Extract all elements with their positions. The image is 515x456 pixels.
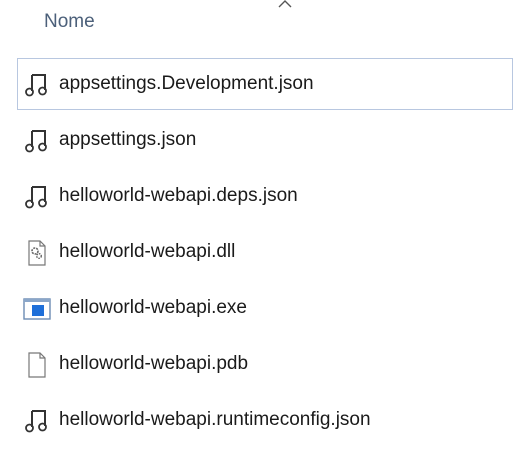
blank-file-icon [28, 352, 46, 378]
file-name: helloworld-webapi.runtimeconfig.json [59, 409, 371, 430]
file-row[interactable]: appsettings.Development.json [17, 58, 513, 110]
file-row[interactable]: helloworld-webapi.pdb [17, 338, 513, 390]
file-explorer-view: Nome appsettings.Development.json appset… [0, 0, 515, 456]
file-row[interactable]: helloworld-webapi.deps.json [17, 170, 513, 222]
json-file-icon [25, 130, 47, 153]
file-name: helloworld-webapi.pdb [59, 353, 249, 374]
file-name: appsettings.Development.json [59, 73, 314, 94]
file-row[interactable]: helloworld-webapi.runtimeconfig.json [17, 394, 513, 446]
file-row[interactable]: helloworld-webapi.dll [17, 226, 513, 278]
name-column-label: Nome [44, 11, 95, 32]
file-row[interactable]: appsettings.json [17, 114, 513, 166]
dll-file-icon [28, 240, 46, 266]
file-name: helloworld-webapi.dll [59, 241, 236, 262]
json-file-icon [25, 410, 47, 433]
file-name: appsettings.json [59, 129, 197, 150]
file-name: helloworld-webapi.deps.json [59, 185, 298, 206]
sort-ascending-icon [278, 0, 292, 8]
json-file-icon [25, 186, 47, 209]
json-file-icon [25, 74, 47, 97]
file-row[interactable]: helloworld-webapi.exe [17, 282, 513, 334]
exe-file-icon [23, 298, 51, 320]
name-column-header[interactable]: Nome [0, 0, 515, 46]
file-name: helloworld-webapi.exe [59, 297, 247, 318]
